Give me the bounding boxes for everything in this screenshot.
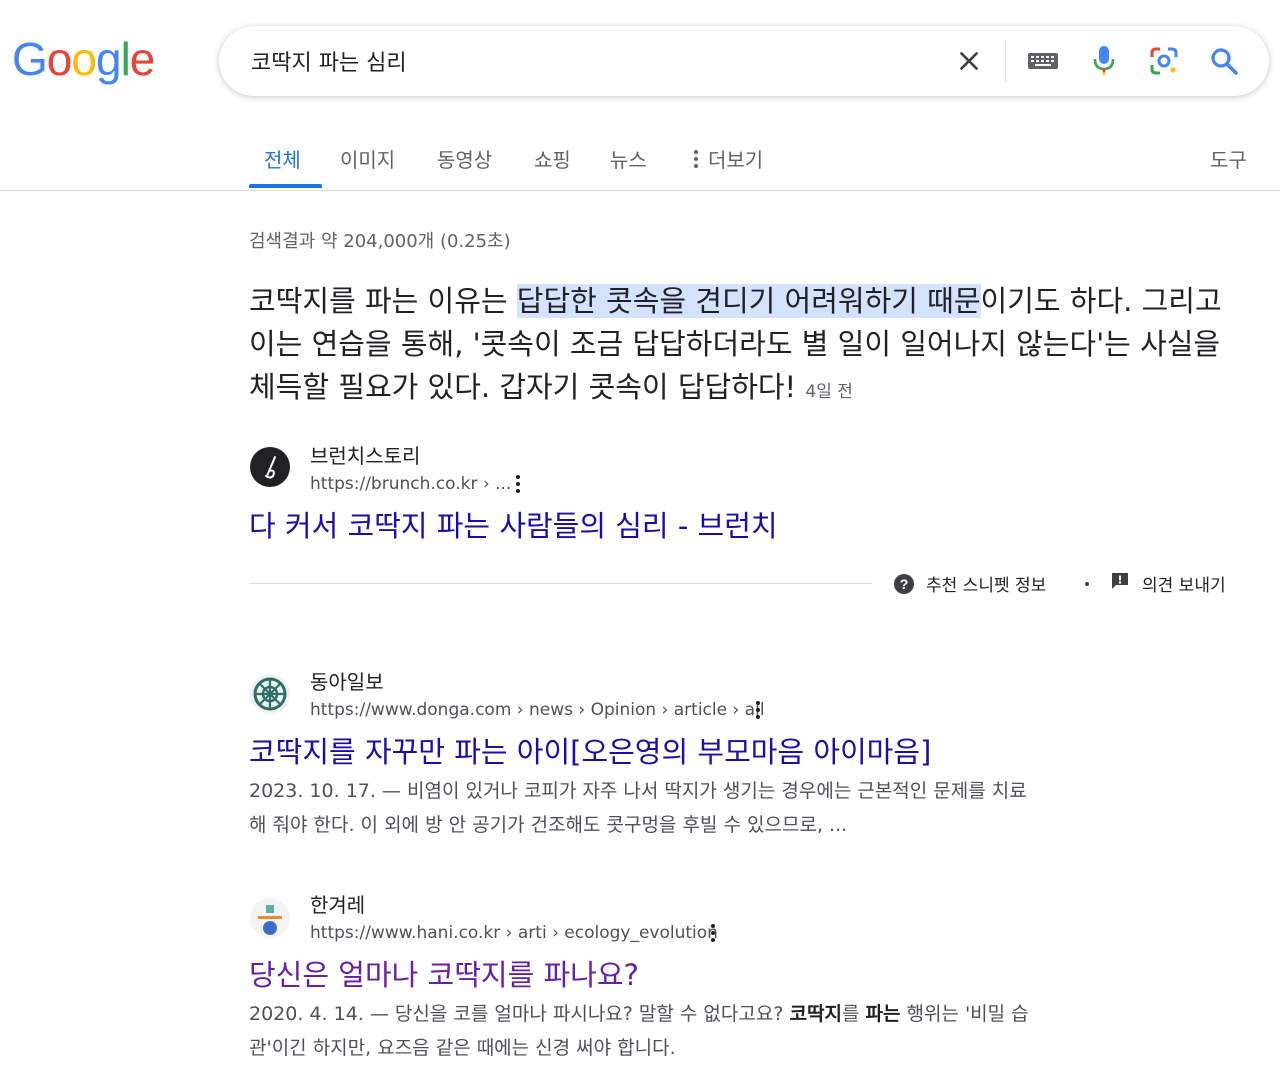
snippet-divider [249,583,872,584]
google-logo[interactable]: Google [12,33,156,85]
help-icon: ? [894,573,914,594]
logo-letter: g [95,33,122,85]
logo-letter: e [129,33,156,85]
about-snippets-label: 추천 스니펫 정보 [926,576,1047,596]
snippet-text: 당신을 코를 얼마나 파시나요? 말할 수 없다고요? [394,1003,790,1025]
result-stats: 검색결과 약 204,000개 (0.25초) [249,231,511,252]
feedback-icon [1110,571,1130,596]
tab-all[interactable]: 전체 [264,144,301,173]
logo-letter: l [120,33,131,85]
microphone-icon[interactable] [1086,43,1122,79]
clear-icon[interactable] [951,43,987,79]
result-date: 2023. 10. 17. — [249,780,407,802]
search-box[interactable]: 코딱지 파는 심리 [219,26,1269,96]
snippet-text: 행위는 '비밀 습 [900,1003,1029,1025]
snippet-line-1: 2020. 4. 14. — 당신을 코를 얼마나 파시나요? 말할 수 없다고… [249,997,1169,1031]
logo-letter: G [12,33,48,85]
snippet-text: 코딱지를 파는 이유는 [249,284,517,318]
logo-letter: o [46,33,73,85]
active-tab-indicator [249,184,322,188]
site-name[interactable]: 동아일보 [310,666,384,695]
search-icon[interactable] [1206,43,1242,79]
snippet-highlight: 답답한 콧속을 견디기 어려워하기 때문 [516,284,981,318]
snippet-date: 4일 전 [805,382,853,402]
result-title-link[interactable]: 당신은 얼마나 코딱지를 파나요? [249,952,639,994]
tab-images[interactable]: 이미지 [340,144,395,173]
featured-snippet-text: 코딱지를 파는 이유는 답답한 콧속을 견디기 어려워하기 때문이기도 하다. … [249,280,1249,414]
more-options-icon[interactable] [703,921,723,945]
snippet-line-1: 2023. 10. 17. — 비염이 있거나 코피가 자주 나서 딱지가 생기… [249,774,1169,808]
feedback-button[interactable]: 의견 보내기 [1110,571,1226,596]
snippet-text: 비염이 있거나 코피가 자주 나서 딱지가 생기는 경우에는 근본적인 문제를 … [406,780,1027,802]
keyboard-icon[interactable] [1025,43,1061,79]
search-tabs: 전체 이미지 동영상 쇼핑 뉴스 더보기 도구 [0,130,1280,191]
search-input[interactable]: 코딱지 파는 심리 [251,45,407,77]
result-snippet: 2023. 10. 17. — 비염이 있거나 코피가 자주 나서 딱지가 생기… [249,774,1169,842]
site-url[interactable]: https://brunch.co.kr › ... [310,474,511,494]
tools-button[interactable]: 도구 [1210,144,1247,173]
snippet-bold: 파는 [865,1003,901,1025]
more-options-icon[interactable] [748,698,768,722]
result-snippet: 2020. 4. 14. — 당신을 코를 얼마나 파시나요? 말할 수 없다고… [249,997,1169,1065]
result-date: 2020. 4. 14. — [249,1003,395,1025]
result-title-link[interactable]: 코딱지를 자꾸만 파는 아이[오은영의 부모마음 아이마음] [249,729,931,771]
donga-favicon[interactable] [250,674,290,714]
tab-news[interactable]: 뉴스 [610,144,647,173]
tab-more[interactable]: 더보기 [694,144,763,173]
hani-favicon[interactable] [250,898,290,938]
separator-dot [1085,582,1089,586]
feedback-label: 의견 보내기 [1142,576,1226,596]
site-name[interactable]: 브런치스토리 [310,440,420,469]
snippet-line-2: 해 줘야 한다. 이 외에 방 안 공기가 건조해도 콧구멍을 후빌 수 있으므… [249,814,848,836]
site-name[interactable]: 한겨레 [310,889,365,918]
snippet-bold: 코딱지 [789,1003,842,1025]
more-options-icon[interactable] [508,472,528,496]
logo-letter: o [71,33,97,85]
about-featured-snippets[interactable]: ? 추천 스니펫 정보 [894,571,1046,596]
site-url[interactable]: https://www.hani.co.kr › arti › ecology_… [310,923,718,943]
tab-videos[interactable]: 동영상 [437,144,492,173]
snippet-line-2: 관'이긴 하지만, 요즈음 같은 때에는 신경 써야 합니다. [249,1037,676,1059]
search-divider [1005,40,1006,82]
tab-more-label: 더보기 [708,148,764,172]
lens-icon[interactable] [1146,43,1182,79]
more-vert-icon [694,149,698,168]
site-url[interactable]: https://www.donga.com › news › Opinion ›… [310,700,765,720]
result-title-link[interactable]: 다 커서 코딱지 파는 사람들의 심리 - 브런치 [249,503,778,545]
brunch-favicon[interactable] [250,447,290,487]
tab-shopping[interactable]: 쇼핑 [534,144,571,173]
snippet-text: 를 [841,1003,866,1025]
